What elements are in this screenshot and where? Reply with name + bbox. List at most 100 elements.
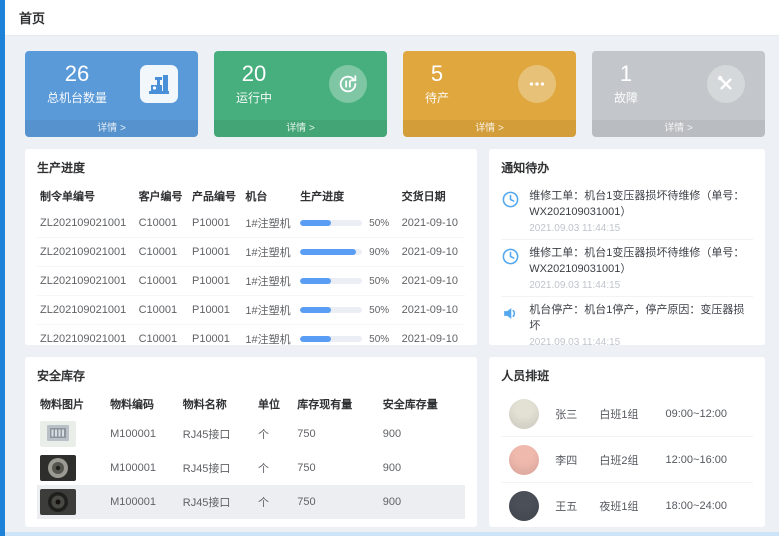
notification-body: 维修工单：机台1变压器损坏待维修（单号：WX202109031001） 2021…: [529, 246, 753, 291]
panels-grid: 生产进度 制令单编号 客户编号 产品编号 机台 生产进度 交货日期 ZL2021…: [25, 149, 765, 527]
staff-shift: 夜班1组: [599, 498, 665, 514]
cell-material-code: M100001: [107, 417, 180, 451]
cell-progress: 50%: [297, 325, 399, 346]
col-progress: 生产进度: [297, 183, 399, 209]
detail-link[interactable]: 详情 >: [214, 120, 387, 137]
cell-material-name: RJ45接口: [180, 485, 255, 519]
staff-shift: 白班2组: [599, 452, 665, 468]
stat-card-body: 1 故障: [592, 51, 765, 106]
cell-progress: 90%: [297, 238, 399, 267]
cell-progress: 50%: [297, 209, 399, 238]
running-icon: [329, 65, 367, 103]
ellipsis-icon: [518, 65, 556, 103]
detail-link[interactable]: 详情 >: [25, 120, 198, 137]
table-row: ZL202109021001 C10001 P10001 1#注塑机 50% 2…: [37, 325, 465, 346]
cell-machine: 1#注塑机: [242, 325, 297, 346]
notification-time: 2021.09.03 11:44:15: [529, 280, 753, 291]
schedule-row: 张三 白班1组 09:00~12:00: [501, 391, 753, 437]
progress-bar: [300, 336, 362, 342]
stat-card-waiting[interactable]: 5 待产 详情 >: [403, 51, 576, 137]
stat-cards-row: 26 总机台数量 详情: [25, 51, 765, 137]
cell-product-no: P10001: [189, 296, 242, 325]
notification-item[interactable]: 维修工单：机台1变压器损坏待维修（单号：WX202109031001） 2021…: [501, 183, 753, 240]
tab-home[interactable]: 首页: [19, 8, 45, 27]
schedule-row: 李四 白班2组 12:00~16:00: [501, 437, 753, 483]
notification-time: 2021.09.03 11:44:15: [529, 337, 753, 345]
progress-bar: [300, 278, 362, 284]
cell-machine: 1#注塑机: [242, 209, 297, 238]
cell-order-no: ZL202109021001: [37, 325, 136, 346]
cell-customer-no: C10001: [136, 238, 189, 267]
cell-product-no: P10001: [189, 267, 242, 296]
notification-item[interactable]: 机台停产：机台1停产，停产原因：变压器损坏 2021.09.03 11:44:1…: [501, 297, 753, 345]
cell-material-image: [37, 417, 107, 451]
panel-title: 安全库存: [37, 367, 465, 384]
table-row: M100001 RJ45接口 个 750 900: [37, 451, 465, 485]
table-header-row: 制令单编号 客户编号 产品编号 机台 生产进度 交货日期: [37, 183, 465, 209]
material-image-connector: [40, 455, 76, 481]
table-row: ZL202109021001 C10001 P10001 1#注塑机 50% 2…: [37, 267, 465, 296]
cell-material-name: RJ45接口: [180, 417, 255, 451]
cell-product-no: P10001: [189, 238, 242, 267]
machine-icon: [140, 65, 178, 103]
panel-staff-schedule: 人员排班 张三 白班1组 09:00~12:00 李四 白班2组 12:00~1…: [489, 357, 765, 527]
cell-on-hand: 750: [294, 417, 379, 451]
col-order-no: 制令单编号: [37, 183, 136, 209]
avatar: [509, 399, 539, 429]
table-row: M100001 RJ45接口 个 750 900: [37, 485, 465, 519]
clock-icon: [501, 189, 521, 234]
stat-card-running[interactable]: 20 运行中 详情 >: [214, 51, 387, 137]
notification-text: 机台停产：机台1停产，停产原因：变压器损坏: [529, 303, 753, 335]
col-material-image: 物料图片: [37, 391, 107, 417]
cell-customer-no: C10001: [136, 325, 189, 346]
col-product-no: 产品编号: [189, 183, 242, 209]
stat-card-total-machines[interactable]: 26 总机台数量 详情: [25, 51, 198, 137]
cell-progress: 50%: [297, 267, 399, 296]
speaker-icon: [501, 303, 521, 345]
left-accent-bar: [0, 0, 5, 536]
notification-text: 维修工单：机台1变压器损坏待维修（单号：WX202109031001）: [529, 189, 753, 221]
cell-material-name: RJ45接口: [180, 451, 255, 485]
cell-delivery-date: 2021-09-10: [399, 325, 466, 346]
staff-shift: 白班1组: [599, 406, 665, 422]
cell-safety-qty: 900: [380, 485, 466, 519]
cell-unit: 个: [255, 485, 294, 519]
stat-value: 5: [425, 61, 449, 87]
bottom-accent-bar: [5, 532, 779, 536]
cell-order-no: ZL202109021001: [37, 209, 136, 238]
progress-bar: [300, 307, 362, 313]
col-customer-no: 客户编号: [136, 183, 189, 209]
progress-bar: [300, 249, 362, 255]
cell-customer-no: C10001: [136, 209, 189, 238]
cell-order-no: ZL202109021001: [37, 238, 136, 267]
cell-machine: 1#注塑机: [242, 238, 297, 267]
material-image-rj45: [40, 421, 76, 447]
notification-item[interactable]: 维修工单：机台1变压器损坏待维修（单号：WX202109031001） 2021…: [501, 240, 753, 297]
progress-percent: 50%: [369, 218, 389, 229]
cell-on-hand: 750: [294, 485, 379, 519]
table-row: ZL202109021001 C10001 P10001 1#注塑机 50% 2…: [37, 296, 465, 325]
cell-customer-no: C10001: [136, 296, 189, 325]
cell-safety-qty: 900: [380, 417, 466, 451]
stat-card-fault[interactable]: 1 故障 详情 >: [592, 51, 765, 137]
notification-body: 维修工单：机台1变压器损坏待维修（单号：WX202109031001） 2021…: [529, 189, 753, 234]
cell-material-image: [37, 451, 107, 485]
notification-body: 机台停产：机台1停产，停产原因：变压器损坏 2021.09.03 11:44:1…: [529, 303, 753, 345]
stat-value: 20: [236, 61, 272, 87]
col-unit: 单位: [255, 391, 294, 417]
stat-value: 26: [47, 61, 107, 87]
stat-card-body: 20 运行中: [214, 51, 387, 106]
detail-link[interactable]: 详情 >: [592, 120, 765, 137]
avatar: [509, 445, 539, 475]
cell-unit: 个: [255, 417, 294, 451]
stat-card-body: 5 待产: [403, 51, 576, 106]
staff-time: 12:00~16:00: [666, 454, 753, 466]
stat-value: 1: [614, 61, 638, 87]
detail-link[interactable]: 详情 >: [403, 120, 576, 137]
stat-card-body: 26 总机台数量: [25, 51, 198, 106]
staff-name: 张三: [555, 406, 599, 422]
cell-material-code: M100001: [107, 485, 180, 519]
clock-icon: [501, 246, 521, 291]
cell-delivery-date: 2021-09-10: [399, 296, 466, 325]
cell-product-no: P10001: [189, 209, 242, 238]
